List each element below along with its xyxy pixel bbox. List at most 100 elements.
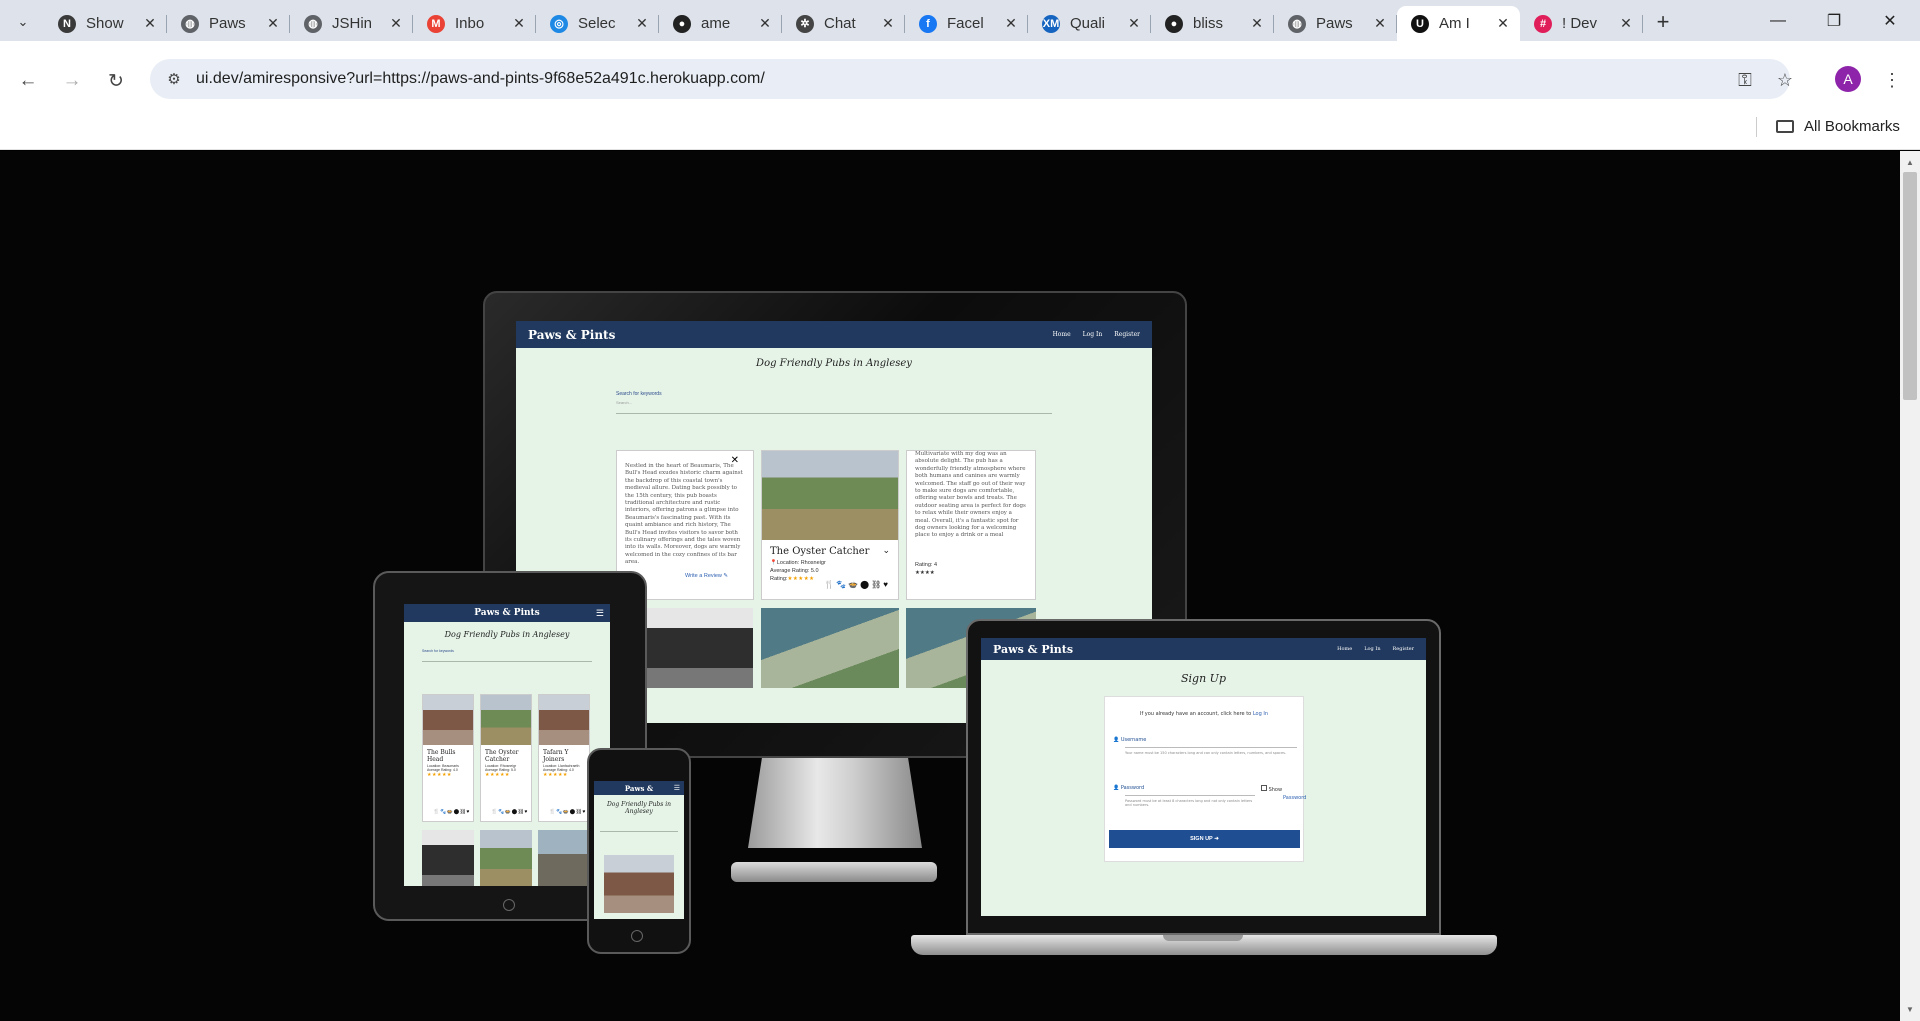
tab-7[interactable]: f Facel ✕ [905, 6, 1028, 41]
close-icon: ✕ [1883, 12, 1897, 30]
tab-close-icon[interactable]: ✕ [387, 15, 405, 33]
nav-home[interactable]: Home [1053, 331, 1071, 338]
tab-8[interactable]: XM Quali ✕ [1028, 6, 1151, 41]
tab-4[interactable]: ◎ Selec ✕ [536, 6, 659, 41]
tab-1[interactable]: ◍ Paws ✕ [167, 6, 290, 41]
tab-close-icon[interactable]: ✕ [1617, 15, 1635, 33]
hamburger-menu-icon[interactable]: ☰ [596, 608, 604, 619]
tab-search-button[interactable]: ⌄ [10, 9, 36, 35]
tab-list: N Show ✕ ◍ Paws ✕ ◍ JSHin ✕ M Inbo ✕ ◎ Selec ✕ ● ame ✕ ✲ Ch… [44, 6, 1643, 41]
signup-form: If you already have an account, click he… [1104, 696, 1306, 862]
monitor-stand [748, 758, 922, 848]
close-icon[interactable]: ✕ [731, 455, 739, 466]
signup-button[interactable]: SIGN UP ➜ [1109, 830, 1300, 848]
signup-heading: Sign Up [1181, 672, 1226, 685]
pub-image [643, 608, 753, 688]
show-password-toggle[interactable]: Show [1261, 785, 1282, 793]
nav-login[interactable]: Log In [1364, 646, 1380, 652]
pub-card[interactable]: The Bulls Head Location: Beaumaris Avera… [422, 694, 474, 822]
tab-close-icon[interactable]: ✕ [756, 15, 774, 33]
all-bookmarks-button[interactable]: All Bookmarks [1776, 114, 1900, 138]
tab-close-icon[interactable]: ✕ [633, 15, 651, 33]
tab-0[interactable]: N Show ✕ [44, 6, 167, 41]
tab-close-icon[interactable]: ✕ [264, 15, 282, 33]
hamburger-menu-icon[interactable]: ☰ [674, 784, 680, 792]
scroll-down-icon[interactable]: ▼ [1903, 1003, 1917, 1017]
tab-2[interactable]: ◍ JSHin ✕ [290, 6, 413, 41]
tab-12[interactable]: # ! Dev ✕ [1520, 6, 1643, 41]
star-rating-icon: ★★★★★ [485, 772, 510, 778]
site-brand[interactable]: Paws & Pints [993, 643, 1073, 656]
address-bar[interactable]: ⚙ ui.dev/amiresponsive?url=https://paws-… [150, 59, 1790, 99]
username-label-text: Username [1120, 737, 1147, 743]
pub-rating: ★★★★★ [539, 772, 589, 778]
tab-10[interactable]: ◍ Paws ✕ [1274, 6, 1397, 41]
scroll-up-icon[interactable]: ▲ [1903, 156, 1917, 170]
password-label-text: Password [1120, 785, 1145, 791]
menu-kebab-icon[interactable]: ⋮ [1877, 65, 1907, 95]
review-text: Multivariate with my dog was an absolute… [915, 451, 1026, 539]
pub-title: The Bulls Head [423, 745, 473, 764]
tab-11[interactable]: U Am I ✕ [1397, 6, 1520, 41]
tab-close-icon[interactable]: ✕ [1248, 15, 1266, 33]
site-brand[interactable]: Paws & Pints [474, 608, 540, 618]
nav-register[interactable]: Register [1393, 646, 1414, 652]
arrow-left-icon: ← [18, 70, 38, 91]
url-text[interactable]: ui.dev/amiresponsive?url=https://paws-an… [196, 70, 765, 88]
tab-close-icon[interactable]: ✕ [879, 15, 897, 33]
show-label: Show [1268, 787, 1283, 793]
site-brand[interactable]: Paws & [625, 784, 653, 793]
chevron-down-icon[interactable]: ⌄ [882, 546, 890, 556]
nav-home[interactable]: Home [1337, 646, 1352, 652]
site-heading: Dog Friendly Pubs in Anglesey [444, 630, 570, 639]
tab-9[interactable]: ● bliss ✕ [1151, 6, 1274, 41]
write-review-label: Write a Review [685, 573, 722, 579]
tab-close-icon[interactable]: ✕ [1125, 15, 1143, 33]
username-field[interactable] [1125, 747, 1297, 748]
tab-title: bliss [1193, 15, 1224, 32]
tab-5[interactable]: ● ame ✕ [659, 6, 782, 41]
globe-icon: ◍ [1288, 14, 1306, 33]
pub-card[interactable]: The Oyster Catcher ⌄ 📍Location: Rhosneigr… [761, 450, 899, 600]
facebook-icon: f [919, 14, 937, 33]
password-field[interactable] [1125, 795, 1255, 796]
pub-card[interactable]: The Oyster Catcher Location: Rhosneigr A… [480, 694, 532, 822]
site-brand[interactable]: Paws & Pints [528, 328, 615, 342]
user-lock-icon: 👤 [1113, 785, 1120, 791]
scrollbar-thumb[interactable] [1903, 172, 1917, 400]
nav-register[interactable]: Register [1114, 331, 1140, 338]
password-help: Password must be at least 8 characters l… [1125, 799, 1253, 807]
tab-close-icon[interactable]: ✕ [1371, 15, 1389, 33]
bookmark-star-icon[interactable]: ☆ [1770, 65, 1800, 95]
github-icon: ● [1165, 14, 1183, 33]
nav-login[interactable]: Log In [1083, 331, 1103, 338]
tab-close-icon[interactable]: ✕ [1494, 15, 1512, 33]
forward-button[interactable]: → [56, 65, 88, 97]
tab-6[interactable]: ✲ Chat ✕ [782, 6, 905, 41]
folder-icon [1776, 119, 1794, 133]
site-info-icon[interactable]: ⚙ [154, 70, 194, 88]
back-button[interactable]: ← [12, 65, 44, 97]
tab-close-icon[interactable]: ✕ [141, 15, 159, 33]
new-tab-button[interactable]: + [1650, 9, 1676, 35]
pub-rating: ★★★★★ [481, 772, 531, 778]
tab-title: Am I [1439, 15, 1470, 32]
minimize-button[interactable]: — [1750, 0, 1806, 41]
github-icon: ● [673, 14, 691, 33]
tab-close-icon[interactable]: ✕ [1002, 15, 1020, 33]
profile-avatar[interactable]: A [1835, 66, 1861, 92]
tab-3[interactable]: M Inbo ✕ [413, 6, 536, 41]
restore-button[interactable]: ❐ [1806, 0, 1862, 41]
pub-card[interactable]: Tafarn Y Joiners Location: Llanfachraeth… [538, 694, 590, 822]
reload-button[interactable]: ↻ [100, 65, 132, 97]
pub-title-text: Tafarn Y Joiners [543, 749, 569, 763]
password-key-icon[interactable]: ⚿ [1730, 65, 1760, 95]
checkbox[interactable] [1261, 785, 1267, 791]
xm-icon: XM [1042, 14, 1060, 33]
login-link[interactable]: Log In [1253, 711, 1268, 717]
pub-title-text: The Oyster Catcher [770, 546, 870, 557]
close-window-button[interactable]: ✕ [1862, 0, 1918, 41]
write-review-link[interactable]: Write a Review ✎ [685, 573, 728, 579]
tab-close-icon[interactable]: ✕ [510, 15, 528, 33]
search-input[interactable]: Search... [616, 400, 1152, 405]
